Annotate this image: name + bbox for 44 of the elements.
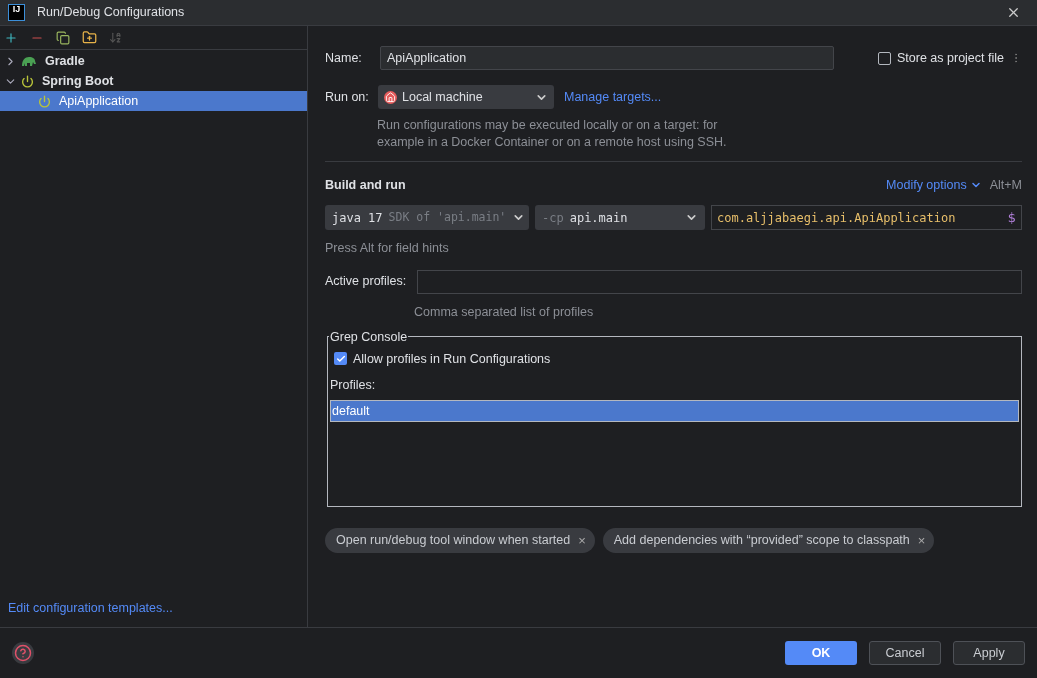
house-icon <box>384 90 397 104</box>
option-chip[interactable]: Open run/debug tool window when started × <box>325 527 595 553</box>
active-profiles-label: Active profiles: <box>325 273 408 291</box>
checkbox[interactable] <box>334 352 347 366</box>
classpath-dropdown[interactable]: -cp api.main <box>535 205 705 230</box>
tree-item[interactable]: ApiApplication <box>0 91 307 111</box>
checkbox[interactable] <box>878 51 891 65</box>
dialog-button[interactable]: Cancel <box>869 641 941 665</box>
run-on-hint: Run configurations may be executed locally or on a target: for example in a Docker Container or on a remote host using SSH. <box>377 117 728 151</box>
chip-close-button[interactable]: × <box>578 533 586 547</box>
section-title: Build and run <box>325 176 406 194</box>
copy-icon[interactable] <box>56 30 70 45</box>
group-title: Grep Console <box>329 329 409 344</box>
active-profiles-field[interactable] <box>417 269 1022 294</box>
profiles-label: Profiles: <box>330 377 377 395</box>
allow-profiles-label: Allow profiles in Run Configurations <box>353 350 551 368</box>
tree-item[interactable]: Gradle <box>0 51 307 71</box>
chip-close-button[interactable]: × <box>917 533 926 547</box>
help-icon[interactable] <box>12 642 34 664</box>
app-logo: IJ <box>8 4 25 21</box>
add-icon[interactable] <box>4 30 18 45</box>
run-on-label: Run on: <box>325 88 370 106</box>
store-label: Store as project file <box>897 49 1004 67</box>
edit-templates-link[interactable]: Edit configuration templates... <box>8 599 307 618</box>
dialog-button[interactable]: Apply <box>953 641 1025 665</box>
close-icon[interactable] <box>1006 5 1021 20</box>
main-class-field[interactable]: com.aljjabaegi.api.ApiApplication $ <box>711 205 1022 230</box>
name-label: Name: <box>325 49 363 67</box>
elephant-icon <box>21 55 37 67</box>
run-on-dropdown[interactable]: Local machine <box>378 85 554 109</box>
power-icon <box>21 74 34 88</box>
tree-item[interactable]: Spring Boot <box>0 71 307 91</box>
option-chip[interactable]: Add dependencies with “provided” scope to classpath × <box>602 527 935 553</box>
manage-targets-link[interactable]: Manage targets... <box>564 87 662 107</box>
name-field[interactable]: ApiApplication <box>380 46 834 70</box>
profile-item[interactable]: default <box>331 401 1018 421</box>
shortcut-hint: Alt+M <box>989 176 1022 194</box>
jdk-dropdown[interactable]: java 17 SDK of 'api.main' <box>325 205 529 230</box>
active-profiles-hint: Comma separated list of profiles <box>414 303 595 321</box>
folder-add-icon[interactable] <box>82 30 97 45</box>
field-hints-text: Press Alt for field hints <box>325 240 450 257</box>
window-title: Run/Debug Configurations <box>37 4 185 22</box>
power-icon <box>38 94 51 108</box>
modify-options-link[interactable]: Modify options <box>886 175 982 195</box>
